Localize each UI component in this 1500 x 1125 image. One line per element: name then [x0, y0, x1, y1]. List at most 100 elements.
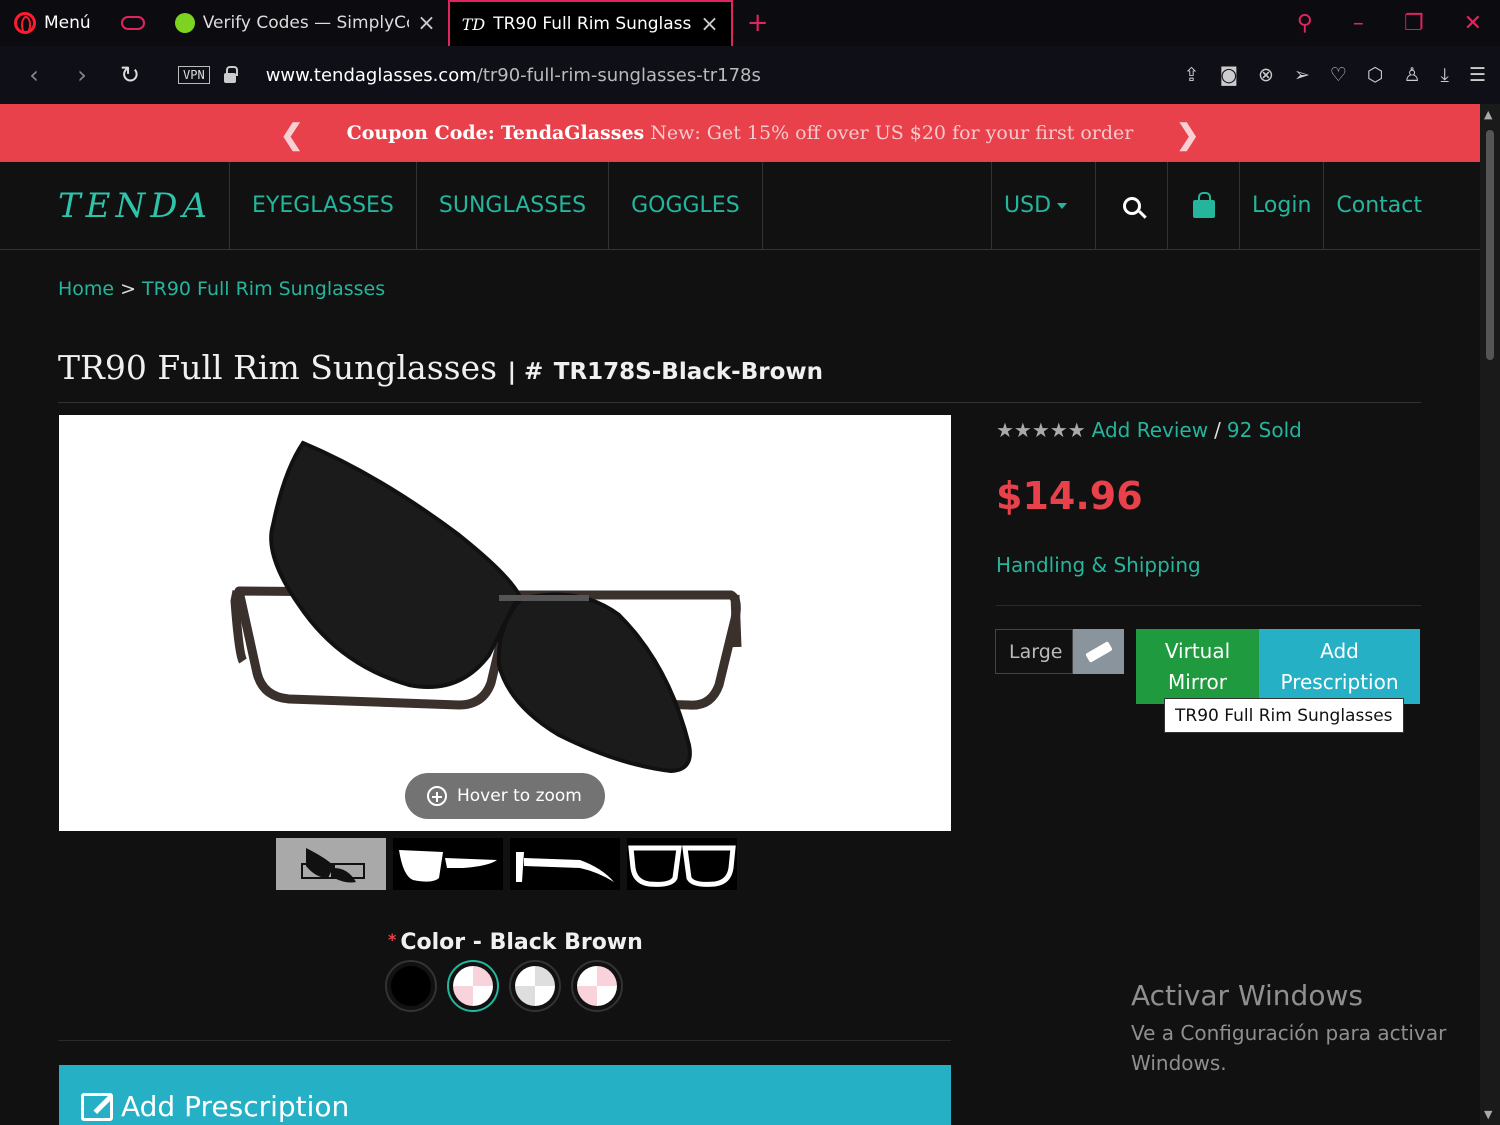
coupon-offer: New: Get 15% off over US $20 for your fi…: [650, 122, 1134, 144]
thumbnail-strip: [276, 838, 737, 890]
tab-tenda-product[interactable]: TD TR90 Full Rim Sunglasses | Tenda ×: [447, 0, 733, 46]
block-ads-icon[interactable]: ⊗: [1258, 64, 1274, 86]
product-price: $14.96: [996, 474, 1143, 518]
tab-verify-codes[interactable]: Verify Codes — SimplyCodes ×: [163, 0, 448, 46]
close-tab-icon[interactable]: ×: [700, 12, 718, 37]
reload-icon[interactable]: ↻: [116, 61, 144, 89]
add-review-link[interactable]: Add Review: [1092, 418, 1208, 442]
thumbnail-3[interactable]: [510, 838, 620, 890]
close-tab-icon[interactable]: ×: [417, 11, 435, 36]
sunglasses-image: [230, 440, 742, 774]
swatch-fill: [453, 966, 493, 1006]
profile-icon[interactable]: ♙: [1404, 64, 1421, 86]
url-field[interactable]: www.tendaglasses.com/tr90-full-rim-sungl…: [266, 65, 761, 86]
send-icon[interactable]: ➢: [1294, 64, 1310, 86]
breadcrumb: Home > TR90 Full Rim Sunglasses: [58, 278, 385, 300]
nav-spacer: [763, 162, 993, 249]
required-marker: *: [388, 930, 397, 949]
virtual-mirror-button[interactable]: Virtual Mirror: [1136, 629, 1259, 704]
contact-link[interactable]: Contact: [1324, 162, 1480, 249]
download-icon[interactable]: ⤓: [1441, 64, 1449, 86]
color-swatch[interactable]: [447, 960, 499, 1012]
address-bar-tools: ⇪ ◙ ⊗ ➢ ♡ ⬡ ♙ ⤓ ☰: [1184, 46, 1486, 104]
scroll-thumb[interactable]: [1486, 130, 1494, 360]
url-domain: www.tendaglasses.com: [265, 64, 477, 86]
thumbnail-4[interactable]: [627, 838, 737, 890]
login-link[interactable]: Login: [1240, 162, 1325, 249]
product-name: TR90 Full Rim Sunglasses: [58, 348, 498, 387]
tenda-logo[interactable]: TENDA: [0, 162, 230, 249]
handling-shipping-link[interactable]: Handling & Shipping: [996, 553, 1201, 577]
page-scrollbar[interactable]: ▲ ▼: [1480, 104, 1500, 1125]
back-icon[interactable]: ‹: [20, 61, 48, 89]
heart-icon[interactable]: ♡: [1330, 64, 1347, 86]
swatch-fill: [577, 966, 617, 1006]
currency-dropdown[interactable]: USD: [992, 162, 1097, 249]
breadcrumb-separator: >: [120, 278, 137, 300]
color-label: * Color - Black Brown: [388, 930, 643, 955]
size-guide-button[interactable]: [1073, 629, 1124, 674]
easy-setup-icon[interactable]: ☰: [1469, 64, 1486, 86]
arrow-left-icon[interactable]: ❮: [280, 118, 303, 151]
hover-to-zoom-hint: Hover to zoom: [405, 773, 605, 819]
color-swatch[interactable]: [385, 960, 437, 1012]
search-button[interactable]: [1096, 162, 1169, 249]
breadcrumb-home[interactable]: Home: [58, 278, 114, 300]
vpn-badge[interactable]: VPN: [178, 66, 210, 84]
add-prescription-button[interactable]: Add Prescription: [1259, 629, 1420, 704]
thumbnail-2[interactable]: [393, 838, 503, 890]
browser-menu-button[interactable]: Menú: [0, 0, 105, 46]
nav-eyeglasses[interactable]: EYEGLASSES: [230, 162, 417, 249]
shopping-bag-icon: [1192, 191, 1215, 218]
sold-count[interactable]: 92 Sold: [1227, 418, 1302, 442]
hover-to-zoom-label: Hover to zoom: [457, 786, 582, 806]
url-path: /tr90-full-rim-sunglasses-tr178s: [476, 64, 761, 86]
thumbnail-front-angle-image: [399, 850, 497, 882]
swatch-fill: [515, 966, 555, 1006]
browser-tab-bar: Menú Verify Codes — SimplyCodes × TD TR9…: [0, 0, 1500, 46]
nav-goggles[interactable]: GOGGLES: [609, 162, 763, 249]
tooltip: TR90 Full Rim Sunglasses: [1164, 698, 1404, 733]
edit-icon: [81, 1093, 113, 1121]
close-window-icon[interactable]: ✕: [1464, 11, 1482, 36]
divider: [996, 605, 1421, 606]
tab-title: TR90 Full Rim Sunglasses | Tenda: [493, 14, 692, 34]
divider: [58, 1040, 951, 1041]
minimize-icon[interactable]: –: [1353, 11, 1364, 36]
restore-icon[interactable]: ❐: [1404, 11, 1424, 36]
coupon-label: Coupon Code:: [346, 122, 495, 144]
gamepad-icon[interactable]: [120, 16, 145, 30]
lock-icon[interactable]: [223, 66, 238, 83]
color-swatch[interactable]: [509, 960, 561, 1012]
menu-label: Menú: [44, 13, 91, 33]
scroll-up-icon[interactable]: ▲: [1484, 108, 1492, 121]
forward-icon[interactable]: ›: [68, 61, 96, 89]
rating-stars: ★★★★★: [996, 418, 1086, 442]
new-tab-icon[interactable]: +: [747, 8, 769, 38]
webpage: ❮ Coupon Code: TendaGlasses New: Get 15%…: [0, 104, 1480, 1125]
thumbnail-side-image: [516, 852, 614, 882]
product-sku: TR178S-Black-Brown: [553, 359, 823, 385]
product-image[interactable]: Hover to zoom: [59, 415, 951, 831]
cart-button[interactable]: [1168, 162, 1241, 249]
thumbnail-1[interactable]: [276, 838, 386, 890]
box-icon[interactable]: ⬡: [1367, 64, 1384, 86]
window-controls: ⚲ – ❐ ✕: [1297, 0, 1500, 46]
thumbnail-sunglasses-clipon-image: [301, 848, 365, 883]
windows-activation-watermark: Activar Windows Ve a Configuración para …: [1131, 979, 1451, 1078]
breadcrumb-current[interactable]: TR90 Full Rim Sunglasses: [142, 278, 385, 300]
color-swatch[interactable]: [571, 960, 623, 1012]
share-icon[interactable]: ⇪: [1184, 64, 1200, 86]
frame-size: Large: [995, 629, 1073, 674]
windows-activation-body: Ve a Configuración para activar Windows.: [1131, 1021, 1447, 1075]
zoom-icon: [427, 786, 447, 806]
nav-sunglasses[interactable]: SUNGLASSES: [417, 162, 610, 249]
coupon-banner: ❮ Coupon Code: TendaGlasses New: Get 15%…: [0, 104, 1480, 162]
scroll-down-icon[interactable]: ▼: [1484, 1108, 1492, 1121]
camera-icon[interactable]: ◙: [1220, 64, 1238, 86]
search-tabs-icon[interactable]: ⚲: [1297, 11, 1313, 36]
add-prescription-panel-header[interactable]: Add Prescription: [59, 1065, 951, 1125]
main-navigation: TENDA EYEGLASSES SUNGLASSES GOGGLES USD …: [0, 162, 1480, 250]
sold-separator: /: [1214, 418, 1221, 442]
arrow-right-icon[interactable]: ❯: [1176, 118, 1199, 151]
